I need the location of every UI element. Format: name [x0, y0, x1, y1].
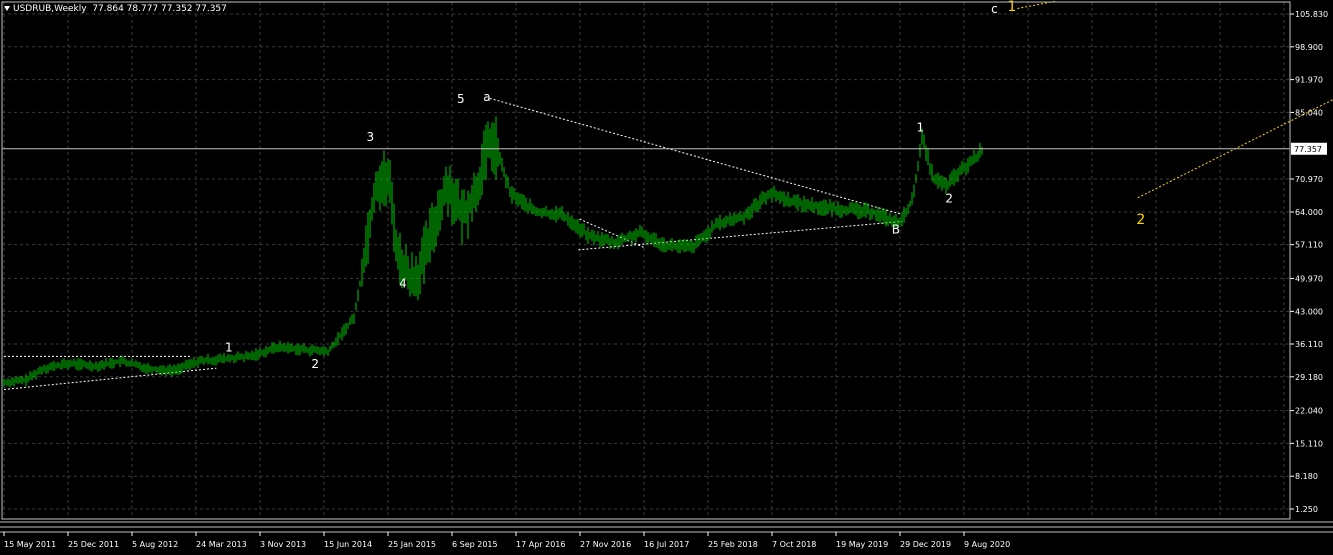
- x-tick-label: 9 Aug 2020: [964, 540, 1010, 549]
- y-tick-label: 15.110: [1295, 439, 1323, 448]
- x-tick-label: 3 Nov 2013: [260, 540, 306, 549]
- x-tick-label: 24 Mar 2013: [196, 540, 247, 549]
- y-tick-label: 105.830: [1295, 10, 1328, 19]
- y-tick-label: 91.970: [1295, 76, 1323, 85]
- x-tick-label: 5 Aug 2012: [132, 540, 178, 549]
- x-tick-label: 25 Feb 2018: [708, 540, 758, 549]
- y-tick-label: 49.970: [1295, 274, 1323, 283]
- dropdown-triangle-icon[interactable]: [4, 6, 10, 11]
- wave-label: 1: [225, 341, 233, 355]
- x-tick-label: 27 Nov 2016: [580, 540, 631, 549]
- wave-label: B: [892, 222, 900, 236]
- y-tick-label: 43.000: [1295, 307, 1323, 316]
- y-tick-label: 64.000: [1295, 208, 1323, 217]
- price-chart[interactable]: 12345 aB12c 12 105.83098.90091.97085.04070…: [0, 0, 1333, 555]
- chart-background: [0, 0, 1333, 555]
- symbol-label: USDRUB,Weekly: [13, 4, 87, 14]
- y-tick-label: 1.250: [1295, 505, 1318, 514]
- wave-label: 3: [366, 130, 374, 144]
- wave-label: 2: [945, 192, 953, 206]
- wave-label: c: [991, 2, 998, 16]
- x-tick-label: 6 Sep 2015: [452, 540, 498, 549]
- wave-label: 2: [311, 357, 319, 371]
- wave-label-yellow: 2: [1136, 212, 1145, 228]
- wave-label: 5: [457, 92, 465, 106]
- symbol-header[interactable]: USDRUB,Weekly 77.864 78.777 77.352 77.35…: [4, 4, 227, 14]
- wave-label: a: [483, 90, 490, 104]
- last-price-label: 77.357: [1294, 145, 1322, 154]
- x-tick-label: 16 Jul 2017: [644, 540, 689, 549]
- x-tick-label: 25 Jan 2015: [388, 540, 436, 549]
- y-tick-label: 22.040: [1295, 407, 1323, 416]
- wave-label: 4: [399, 277, 407, 291]
- x-tick-label: 15 Jun 2014: [324, 540, 372, 549]
- y-tick-label: 98.900: [1295, 43, 1323, 52]
- ohlc-readout: 77.864 78.777 77.352 77.357: [92, 4, 227, 14]
- y-tick-label: 36.110: [1295, 340, 1323, 349]
- x-tick-label: 29 Dec 2019: [900, 540, 951, 549]
- y-tick-label: 57.110: [1295, 241, 1323, 250]
- y-tick-label: 29.180: [1295, 373, 1323, 382]
- wave-label: 1: [916, 121, 924, 135]
- x-tick-label: 25 Dec 2011: [68, 540, 119, 549]
- x-tick-label: 19 May 2019: [836, 540, 888, 549]
- x-tick-label: 17 Apr 2016: [516, 540, 565, 549]
- y-tick-label: 8.180: [1295, 472, 1318, 481]
- y-tick-label: 70.970: [1295, 175, 1323, 184]
- x-tick-label: 7 Oct 2018: [772, 540, 816, 549]
- x-tick-label: 15 May 2011: [4, 540, 56, 549]
- y-tick-label: 85.040: [1295, 108, 1323, 117]
